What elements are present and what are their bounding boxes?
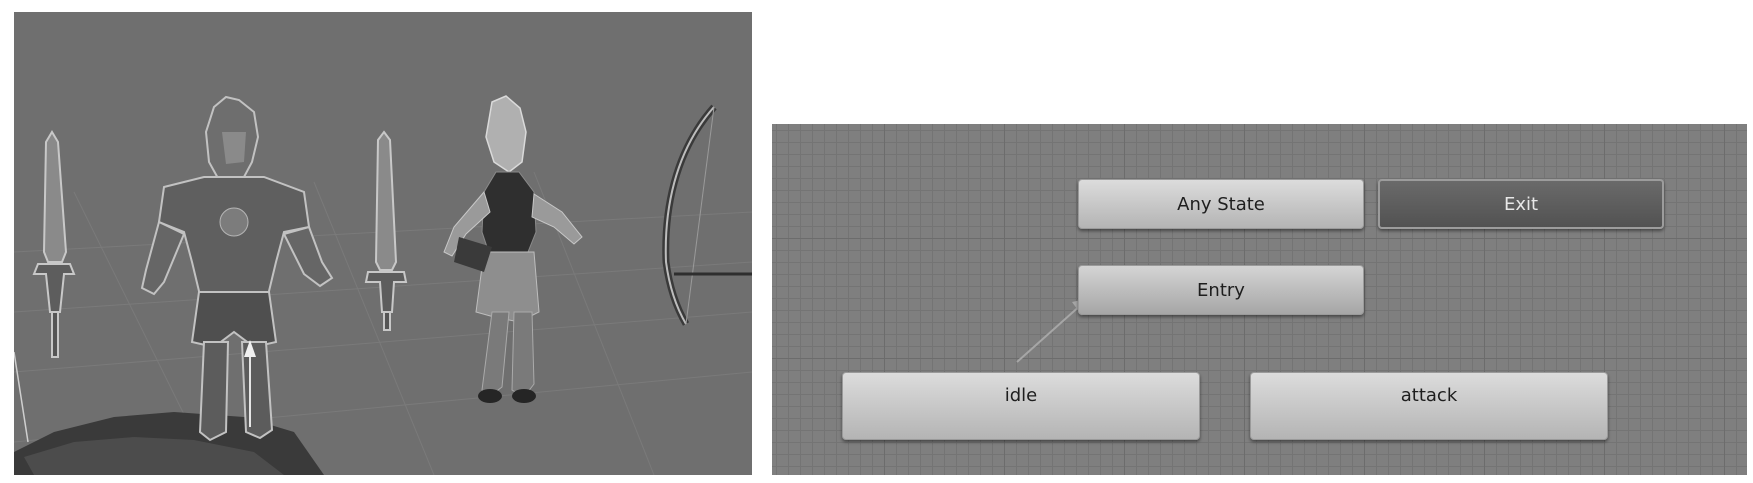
exit-label: Exit xyxy=(1503,193,1539,215)
attack-state-node[interactable]: attack xyxy=(1250,372,1608,440)
scene-view[interactable] xyxy=(14,12,752,475)
entry-node[interactable]: Entry xyxy=(1078,265,1364,315)
any-state-label: Any State xyxy=(1177,193,1265,215)
camera-gizmo xyxy=(14,351,29,443)
exit-node[interactable]: Exit xyxy=(1378,179,1664,229)
idle-state-node[interactable]: idle xyxy=(842,372,1200,440)
animator-graph[interactable]: Any State Exit Entry idle attack xyxy=(772,124,1747,475)
girl-character[interactable] xyxy=(443,95,583,403)
armored-warrior[interactable] xyxy=(140,95,334,442)
any-state-node[interactable]: Any State xyxy=(1078,179,1364,229)
warrior-sword[interactable] xyxy=(32,130,76,358)
attack-label: attack xyxy=(1400,385,1458,406)
idle-label: idle xyxy=(1004,385,1038,406)
entry-label: Entry xyxy=(1197,279,1245,301)
scene-canvas[interactable] xyxy=(14,12,752,475)
